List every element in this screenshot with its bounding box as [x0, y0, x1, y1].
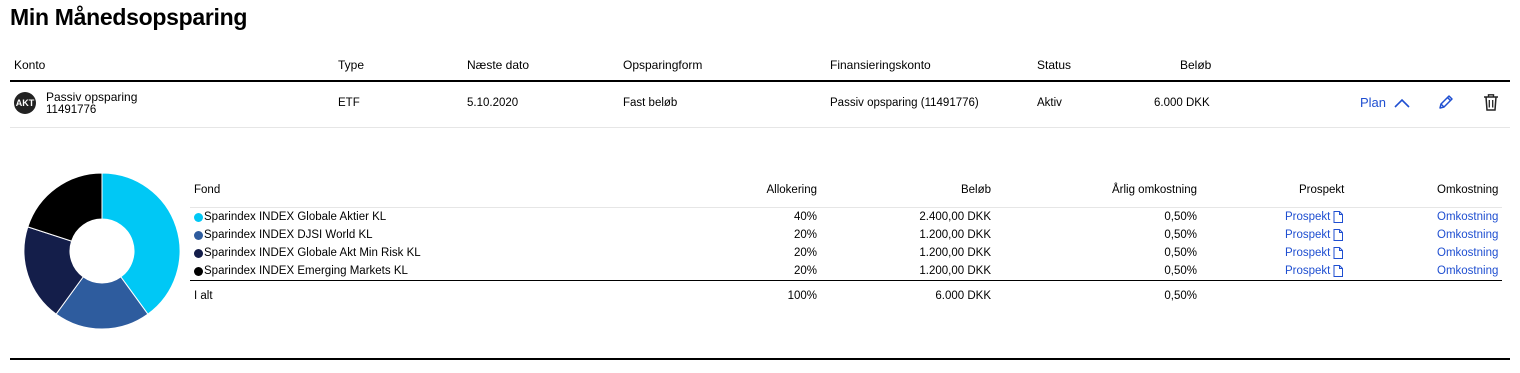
next-date: 5.10.2020	[467, 97, 519, 109]
plan-label: Plan	[1360, 95, 1387, 110]
fund-amount: 2.400,00 DKK	[919, 211, 991, 223]
fund-cost: 0,50%	[1164, 229, 1197, 241]
fund-amount: 1.200,00 DKK	[919, 247, 991, 259]
omkostning-link[interactable]: Omkostning	[1437, 265, 1498, 277]
prospekt-link-label: Prospekt	[1285, 229, 1331, 241]
fund-color-dot	[194, 213, 203, 222]
avatar: AKT	[14, 92, 36, 114]
fund-name: Sparindex INDEX DJSI World KL	[204, 229, 373, 241]
fund-color-dot	[194, 267, 203, 276]
allocation-donut-chart	[24, 172, 181, 330]
document-icon	[1333, 211, 1344, 223]
account-number: 11491776	[46, 104, 97, 116]
col-opsparingform: Opsparingform	[623, 58, 703, 72]
col-naeste-dato: Næste dato	[467, 58, 530, 72]
fund-alloc: 20%	[793, 247, 817, 259]
funding-account: Passiv opsparing (11491776)	[830, 97, 979, 109]
fund-row: Sparindex INDEX Globale Aktier KL 40% 2.40…	[190, 209, 1502, 227]
fund-name: Sparindex INDEX Emerging Markets KL	[204, 265, 408, 277]
fund-name: Sparindex INDEX Globale Aktier KL	[204, 211, 387, 223]
col-beloeb: Beløb	[1180, 58, 1212, 72]
fund-cost: 0,50%	[1164, 211, 1197, 223]
document-icon	[1333, 265, 1344, 277]
page-title: Min Månedsopsparing	[10, 4, 248, 30]
col-type: Type	[338, 58, 365, 72]
fund-name: Sparindex INDEX Globale Akt Min Risk KL	[204, 247, 421, 259]
document-icon	[1333, 247, 1344, 259]
total-amount: 6.000 DKK	[935, 290, 991, 302]
account-type: ETF	[338, 97, 360, 109]
fund-amount: 1.200,00 DKK	[919, 265, 991, 277]
omkostning-link[interactable]: Omkostning	[1437, 211, 1498, 223]
header-divider	[10, 80, 1510, 82]
prospekt-link-label: Prospekt	[1285, 247, 1331, 259]
fund-row: Sparindex INDEX Emerging Markets KL 20% 1.…	[190, 263, 1502, 281]
fund-color-dot	[194, 249, 203, 258]
col-konto: Konto	[14, 58, 46, 72]
col-finansieringskonto: Finansieringskonto	[830, 58, 931, 72]
document-icon	[1333, 229, 1344, 241]
fund-color-dot	[194, 231, 203, 240]
prospekt-link[interactable]: Prospekt	[1285, 211, 1344, 223]
savings-form: Fast beløb	[623, 97, 678, 109]
prospekt-link-label: Prospekt	[1285, 265, 1331, 277]
fund-col-fond: Fond	[194, 184, 221, 196]
status-value: Aktiv	[1037, 97, 1062, 109]
omkostning-link[interactable]: Omkostning	[1437, 229, 1498, 241]
total-alloc: 100%	[787, 290, 817, 302]
prospekt-link[interactable]: Prospekt	[1285, 265, 1344, 277]
col-status: Status	[1037, 58, 1072, 72]
fund-col-prospekt: Prospekt	[1299, 184, 1345, 196]
omkostning-link[interactable]: Omkostning	[1437, 247, 1498, 259]
fund-col-allokering: Allokering	[766, 184, 818, 196]
fund-amount: 1.200,00 DKK	[919, 229, 991, 241]
prospekt-link[interactable]: Prospekt	[1285, 247, 1344, 259]
row-divider	[10, 127, 1510, 128]
fund-cost: 0,50%	[1164, 265, 1197, 277]
fund-row: Sparindex INDEX DJSI World KL 20% 1.200,00…	[190, 227, 1502, 245]
fund-col-omkostning: Årlig omkostning	[1111, 184, 1197, 196]
prospekt-link-label: Prospekt	[1285, 211, 1331, 223]
plan-toggle-button[interactable]: Plan	[1360, 95, 1410, 110]
fund-alloc: 20%	[793, 229, 817, 241]
chevron-up-icon	[1394, 98, 1410, 108]
section-bottom-divider	[10, 358, 1510, 360]
fund-total-divider	[190, 280, 1502, 281]
donut-slice	[27, 172, 103, 242]
total-label: I alt	[194, 290, 213, 302]
account-name[interactable]: Passiv opsparing	[46, 90, 137, 104]
fund-alloc: 20%	[793, 265, 817, 277]
prospekt-link[interactable]: Prospekt	[1285, 229, 1344, 241]
trash-icon[interactable]	[1483, 93, 1499, 111]
fund-row: Sparindex INDEX Globale Akt Min Risk KL 2…	[190, 245, 1502, 263]
fund-col-omk-link: Omkostning	[1437, 184, 1499, 196]
amount-value: 6.000 DKK	[1154, 97, 1210, 109]
total-cost: 0,50%	[1164, 290, 1197, 302]
pencil-icon[interactable]	[1437, 94, 1454, 111]
fund-alloc: 40%	[793, 211, 817, 223]
fund-header-divider	[190, 207, 1502, 208]
fund-col-beloeb: Beløb	[960, 184, 991, 196]
fund-cost: 0,50%	[1164, 247, 1197, 259]
